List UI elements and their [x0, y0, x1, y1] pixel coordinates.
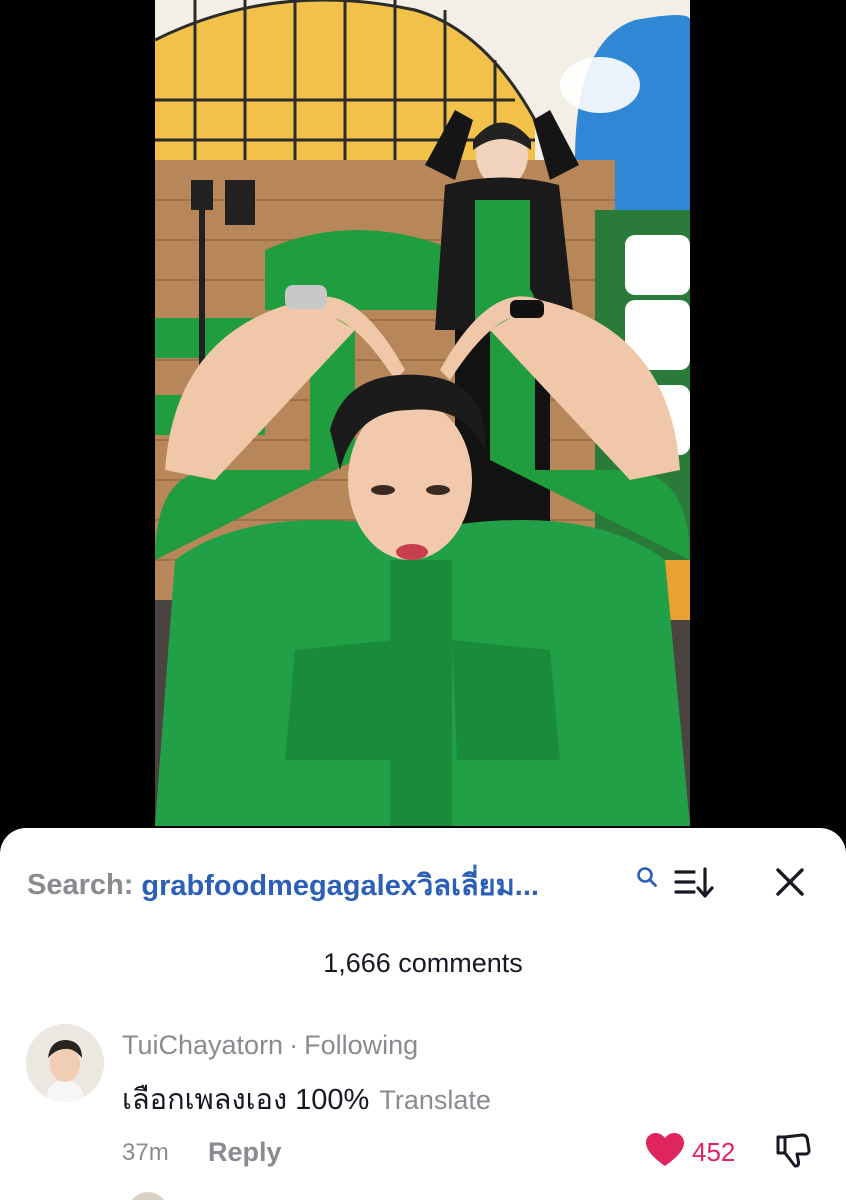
comment-text: เลือกเพลงเอง 100%	[122, 1084, 370, 1116]
avatar-image	[26, 1024, 104, 1102]
comments-panel: Search: grabfoodmegagalexวิลเลี่ยม... 1,…	[0, 828, 846, 1200]
search-suggestion-row[interactable]: Search: grabfoodmegagalexวิลเลี่ยม...	[27, 865, 827, 902]
search-prefix-label: Search:	[27, 868, 134, 901]
next-comment-avatar	[128, 1192, 168, 1200]
meta-separator: ·	[289, 1030, 299, 1060]
video-frame-illustration	[155, 0, 690, 826]
comment-header: TuiChayatorn · Following	[122, 1030, 418, 1061]
translate-button[interactable]: Translate	[379, 1085, 491, 1115]
search-term-link[interactable]: grabfoodmegagalexวิลเลี่ยม...	[141, 862, 539, 908]
comment-timestamp: 37m	[122, 1139, 169, 1166]
close-icon[interactable]	[773, 865, 807, 899]
following-label: Following	[304, 1030, 419, 1060]
reply-button[interactable]: Reply	[208, 1137, 282, 1168]
like-count: 452	[692, 1137, 736, 1167]
heart-icon[interactable]	[645, 1132, 685, 1168]
sort-icon[interactable]	[674, 866, 714, 900]
search-icon[interactable]	[636, 866, 658, 888]
video-player[interactable]	[155, 0, 690, 826]
thumbs-down-icon[interactable]	[774, 1131, 812, 1169]
comment-count: 1,666 comments	[323, 948, 523, 978]
avatar[interactable]	[26, 1024, 104, 1102]
comment-username[interactable]: TuiChayatorn	[122, 1030, 283, 1060]
comment-text-row: เลือกเพลงเอง 100% Translate	[122, 1076, 491, 1122]
